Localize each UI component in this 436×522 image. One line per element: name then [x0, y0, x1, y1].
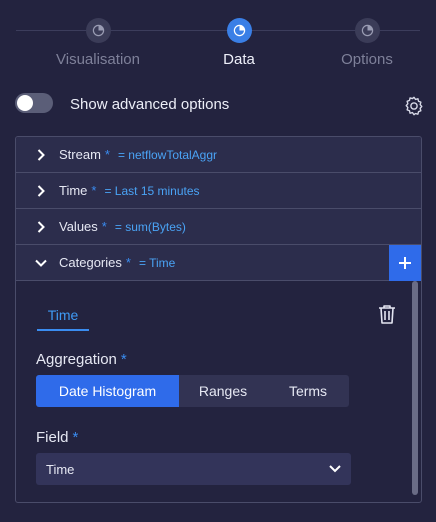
chevron-down-icon — [329, 465, 341, 473]
accordion-item-time[interactable]: Time * = Last 15 minutes — [16, 173, 421, 209]
data-accordion: Stream * = netflowTotalAggr Time * = Las… — [15, 136, 422, 503]
required-marker: * — [120, 351, 127, 368]
field-select-value: Time — [46, 461, 75, 477]
step-label: Options — [341, 51, 393, 68]
accordion-item-value: = sum(Bytes) — [114, 219, 186, 234]
accordion-item-value: = Last 15 minutes — [104, 183, 200, 198]
step-data[interactable]: Data — [184, 18, 294, 68]
required-marker: * — [125, 255, 131, 270]
advanced-options-toggle[interactable] — [15, 93, 53, 113]
aggregation-option-ranges[interactable]: Ranges — [179, 375, 267, 407]
advanced-options-row: Show advanced options — [15, 92, 425, 118]
chevron-right-icon — [37, 184, 45, 197]
aggregation-selector: Date Histogram Ranges Terms — [36, 375, 349, 407]
scrollbar[interactable] — [412, 281, 418, 495]
stepper: Visualisation Data Options — [0, 0, 436, 80]
accordion-item-categories[interactable]: Categories * = Time — [16, 245, 421, 281]
aggregation-label-text: Aggregation — [36, 351, 117, 368]
plus-icon — [399, 257, 411, 269]
chart-icon — [85, 18, 111, 43]
advanced-options-label: Show advanced options — [70, 96, 230, 113]
field-select[interactable]: Time — [36, 453, 351, 485]
add-category-button[interactable] — [389, 245, 421, 281]
accordion-item-label: Time — [59, 183, 88, 198]
step-label: Data — [223, 51, 255, 68]
step-visualisation[interactable]: Visualisation — [43, 18, 153, 68]
required-marker: * — [104, 147, 110, 162]
chart-icon — [354, 18, 380, 43]
accordion-item-values[interactable]: Values * = sum(Bytes) — [16, 209, 421, 245]
accordion-item-label: Categories — [59, 255, 122, 270]
trash-icon[interactable] — [378, 304, 396, 324]
aggregation-option-terms[interactable]: Terms — [267, 375, 349, 407]
aggregation-label: Aggregation * — [36, 351, 127, 368]
tab-time[interactable]: Time — [37, 307, 89, 331]
step-options[interactable]: Options — [312, 18, 422, 68]
chevron-right-icon — [37, 148, 45, 161]
accordion-item-value: = Time — [138, 255, 176, 270]
field-label-text: Field — [36, 429, 69, 446]
accordion-item-label: Stream — [59, 147, 101, 162]
field-label: Field * — [36, 429, 78, 446]
gear-icon[interactable] — [403, 95, 425, 117]
required-marker: * — [72, 429, 79, 446]
chevron-down-icon — [35, 259, 47, 267]
toggle-knob — [17, 95, 33, 111]
step-label: Visualisation — [56, 51, 140, 68]
chevron-right-icon — [37, 220, 45, 233]
accordion-item-value: = netflowTotalAggr — [117, 147, 218, 162]
chart-icon — [226, 18, 252, 43]
accordion-item-label: Values — [59, 219, 98, 234]
accordion-item-stream[interactable]: Stream * = netflowTotalAggr — [16, 137, 421, 173]
categories-body: Time Aggregation * Date Histogram Ranges … — [16, 281, 421, 502]
aggregation-option-date-histogram[interactable]: Date Histogram — [36, 375, 179, 407]
required-marker: * — [101, 219, 107, 234]
required-marker: * — [91, 183, 97, 198]
